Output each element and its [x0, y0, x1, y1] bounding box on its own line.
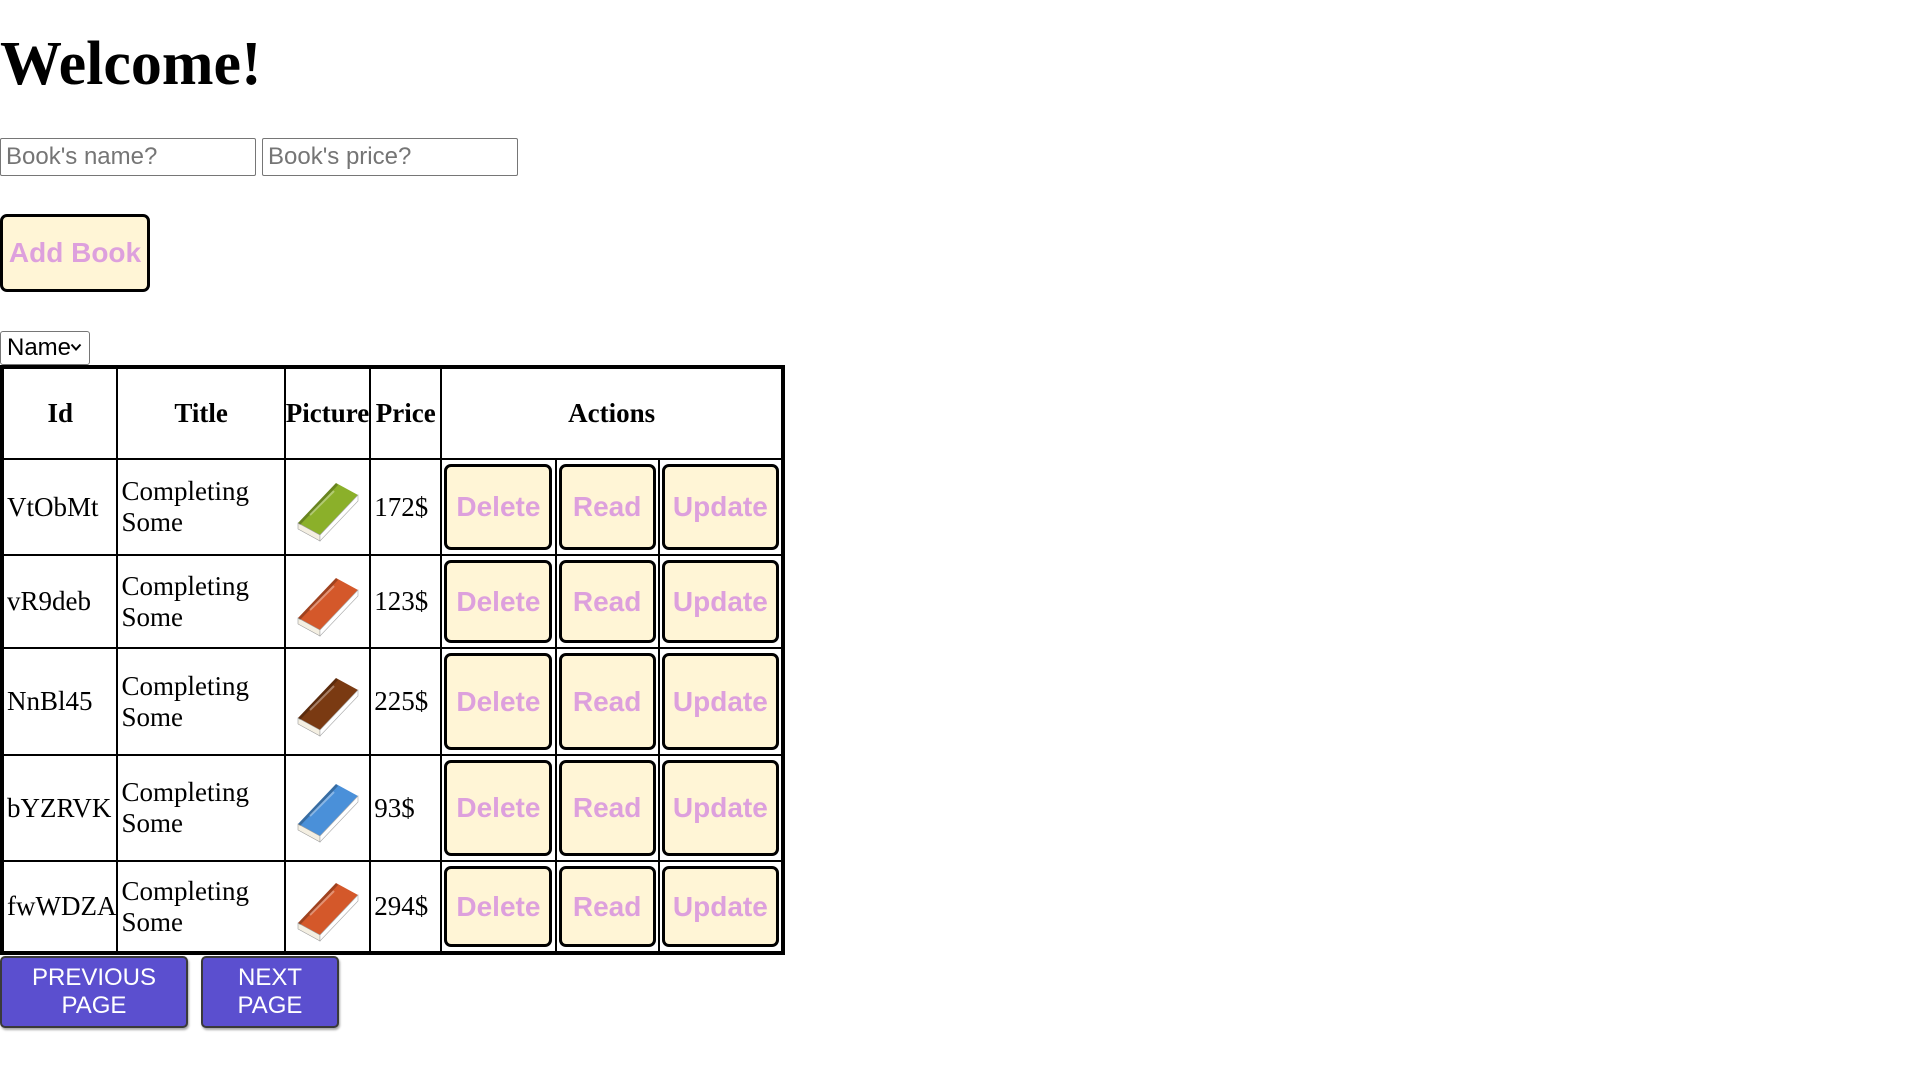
- read-button[interactable]: Read: [558, 866, 656, 947]
- cell-price: 93$: [370, 755, 442, 861]
- book-cover-image: [284, 648, 371, 755]
- cell-title: Completing Some: [117, 755, 285, 861]
- orange-book-icon: [286, 564, 369, 640]
- cell-id: NnBl45: [3, 648, 118, 755]
- cell-title: Completing Some: [117, 459, 285, 555]
- book-cover-image: [284, 555, 371, 648]
- column-header-id: Id: [3, 368, 118, 459]
- column-header-price: Price: [370, 368, 442, 459]
- update-button[interactable]: Update: [661, 760, 779, 856]
- cell-action-read: Read: [555, 555, 659, 648]
- cell-price: 123$: [370, 555, 442, 648]
- cell-title: Completing Some: [117, 861, 285, 952]
- cell-action-delete: Delete: [441, 459, 556, 555]
- table-row: fwWDZA Completing Some 294$ Delete Read Updat…: [3, 861, 782, 952]
- cell-action-update: Update: [658, 755, 782, 861]
- green-book-icon: [286, 469, 369, 545]
- table-header-row: Id Title Picture Price Actions: [3, 368, 782, 459]
- read-button[interactable]: Read: [558, 464, 656, 550]
- blue-book-icon: [286, 770, 369, 846]
- sort-select[interactable]: Name: [0, 331, 90, 365]
- book-price-input[interactable]: [262, 138, 518, 176]
- cell-action-read: Read: [555, 459, 659, 555]
- table-row: bYZRVK Completing Some 93$ Delete Read Update: [3, 755, 782, 861]
- cell-action-delete: Delete: [441, 755, 556, 861]
- book-cover-image: [284, 459, 371, 555]
- cell-action-update: Update: [658, 555, 782, 648]
- read-button[interactable]: Read: [558, 653, 656, 750]
- sort-select-value: Name: [7, 334, 72, 361]
- table-row: vR9deb Completing Some 123$ Delete Read Updat…: [3, 555, 782, 648]
- cell-id: fwWDZA: [3, 861, 118, 952]
- books-table: Id Title Picture Price Actions VtObMt Com…: [0, 365, 785, 955]
- cell-action-delete: Delete: [441, 648, 556, 755]
- cell-title: Completing Some: [117, 555, 285, 648]
- book-cover-image: [284, 861, 371, 952]
- delete-button[interactable]: Delete: [444, 560, 553, 643]
- book-cover-image: [284, 755, 371, 861]
- cell-action-update: Update: [658, 459, 782, 555]
- cell-action-delete: Delete: [441, 861, 556, 952]
- delete-button[interactable]: Delete: [444, 464, 553, 550]
- add-book-button[interactable]: Add Book: [0, 214, 150, 292]
- next-page-button[interactable]: NEXT PAGE: [201, 956, 339, 1028]
- update-button[interactable]: Update: [661, 866, 779, 947]
- read-button[interactable]: Read: [558, 560, 656, 643]
- previous-page-button[interactable]: PREVIOUS PAGE: [0, 956, 188, 1028]
- table-row: NnBl45 Completing Some 225$ Delete Read Updat…: [3, 648, 782, 755]
- cell-price: 225$: [370, 648, 442, 755]
- cell-action-delete: Delete: [441, 555, 556, 648]
- orange-book-icon: [286, 869, 369, 945]
- cell-action-update: Update: [658, 861, 782, 952]
- read-button[interactable]: Read: [558, 760, 656, 856]
- cell-title: Completing Some: [117, 648, 285, 755]
- page-title: Welcome!: [0, 30, 262, 98]
- cell-price: 294$: [370, 861, 442, 952]
- chevron-down-icon: [70, 343, 82, 351]
- cell-id: vR9deb: [3, 555, 118, 648]
- book-name-input[interactable]: [0, 138, 256, 176]
- update-button[interactable]: Update: [661, 653, 779, 750]
- delete-button[interactable]: Delete: [444, 760, 553, 856]
- delete-button[interactable]: Delete: [444, 866, 553, 947]
- cell-action-read: Read: [555, 755, 659, 861]
- table-row: VtObMt Completing Some 172$ Delete Read Updat…: [3, 459, 782, 555]
- update-button[interactable]: Update: [661, 464, 779, 550]
- brown-book-icon: [286, 664, 369, 740]
- delete-button[interactable]: Delete: [444, 653, 553, 750]
- column-header-actions: Actions: [441, 368, 782, 459]
- cell-action-update: Update: [658, 648, 782, 755]
- cell-action-read: Read: [555, 648, 659, 755]
- column-header-picture: Picture: [284, 368, 371, 459]
- cell-id: bYZRVK: [3, 755, 118, 861]
- update-button[interactable]: Update: [661, 560, 779, 643]
- cell-action-read: Read: [555, 861, 659, 952]
- column-header-title: Title: [117, 368, 285, 459]
- cell-id: VtObMt: [3, 459, 118, 555]
- cell-price: 172$: [370, 459, 442, 555]
